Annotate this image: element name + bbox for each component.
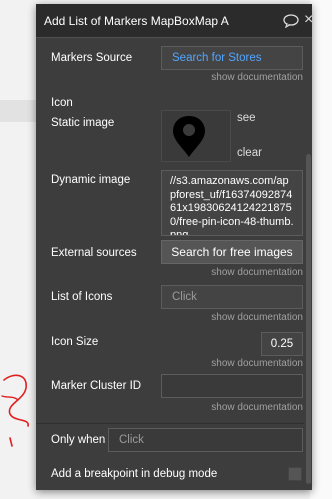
panel-title: Add List of Markers MapBoxMap A [44,14,229,28]
marker-cluster-id-field[interactable] [161,374,303,398]
markers-source-doc-link[interactable]: show documentation [211,72,303,83]
property-editor-panel: Add List of Markers MapBoxMap A × Marker… [36,4,312,490]
marker-cluster-id-label: Marker Cluster ID [51,380,142,392]
red-scribble-annotation [1,374,29,447]
list-of-icons-doc-link[interactable]: show documentation [211,312,303,323]
dynamic-image-field[interactable]: //s3.amazonaws.com/appforest_uf/f1637409… [161,170,303,236]
breakpoint-label: Add a breakpoint in debug mode [51,468,218,480]
icon-size-field[interactable]: 0.25 [261,332,303,356]
search-free-images-button[interactable]: Search for free images [161,240,303,264]
map-pin-icon [173,116,205,157]
static-image-clear-link[interactable]: clear [237,147,262,159]
chat-bubble-icon[interactable] [283,14,299,28]
static-image-label: Static image [51,117,115,129]
breakpoint-checkbox[interactable] [288,467,302,481]
markers-source-label: Markers Source [51,52,133,64]
only-when-label: Only when [51,434,106,446]
markers-source-field[interactable]: Search for Stores [161,46,303,70]
icon-section-label: Icon [51,97,73,109]
static-image-see-link[interactable]: see [237,112,256,124]
close-icon[interactable]: × [304,12,312,28]
list-of-icons-label: List of Icons [51,291,113,303]
list-of-icons-field[interactable]: Click [161,285,303,309]
section-divider [36,423,304,424]
panel-scrollbar-thumb[interactable] [306,154,311,484]
dynamic-image-label: Dynamic image [51,174,131,186]
static-image-preview[interactable] [161,110,231,162]
icon-size-doc-link[interactable]: show documentation [211,358,303,369]
external-sources-doc-link[interactable]: show documentation [211,267,303,278]
marker-cluster-id-doc-link[interactable]: show documentation [211,402,303,413]
only-when-field[interactable]: Click [108,428,303,452]
panel-titlebar[interactable]: Add List of Markers MapBoxMap A × [36,4,312,38]
external-sources-label: External sources [51,247,137,259]
background-canvas [310,0,332,499]
icon-size-label: Icon Size [51,336,99,348]
